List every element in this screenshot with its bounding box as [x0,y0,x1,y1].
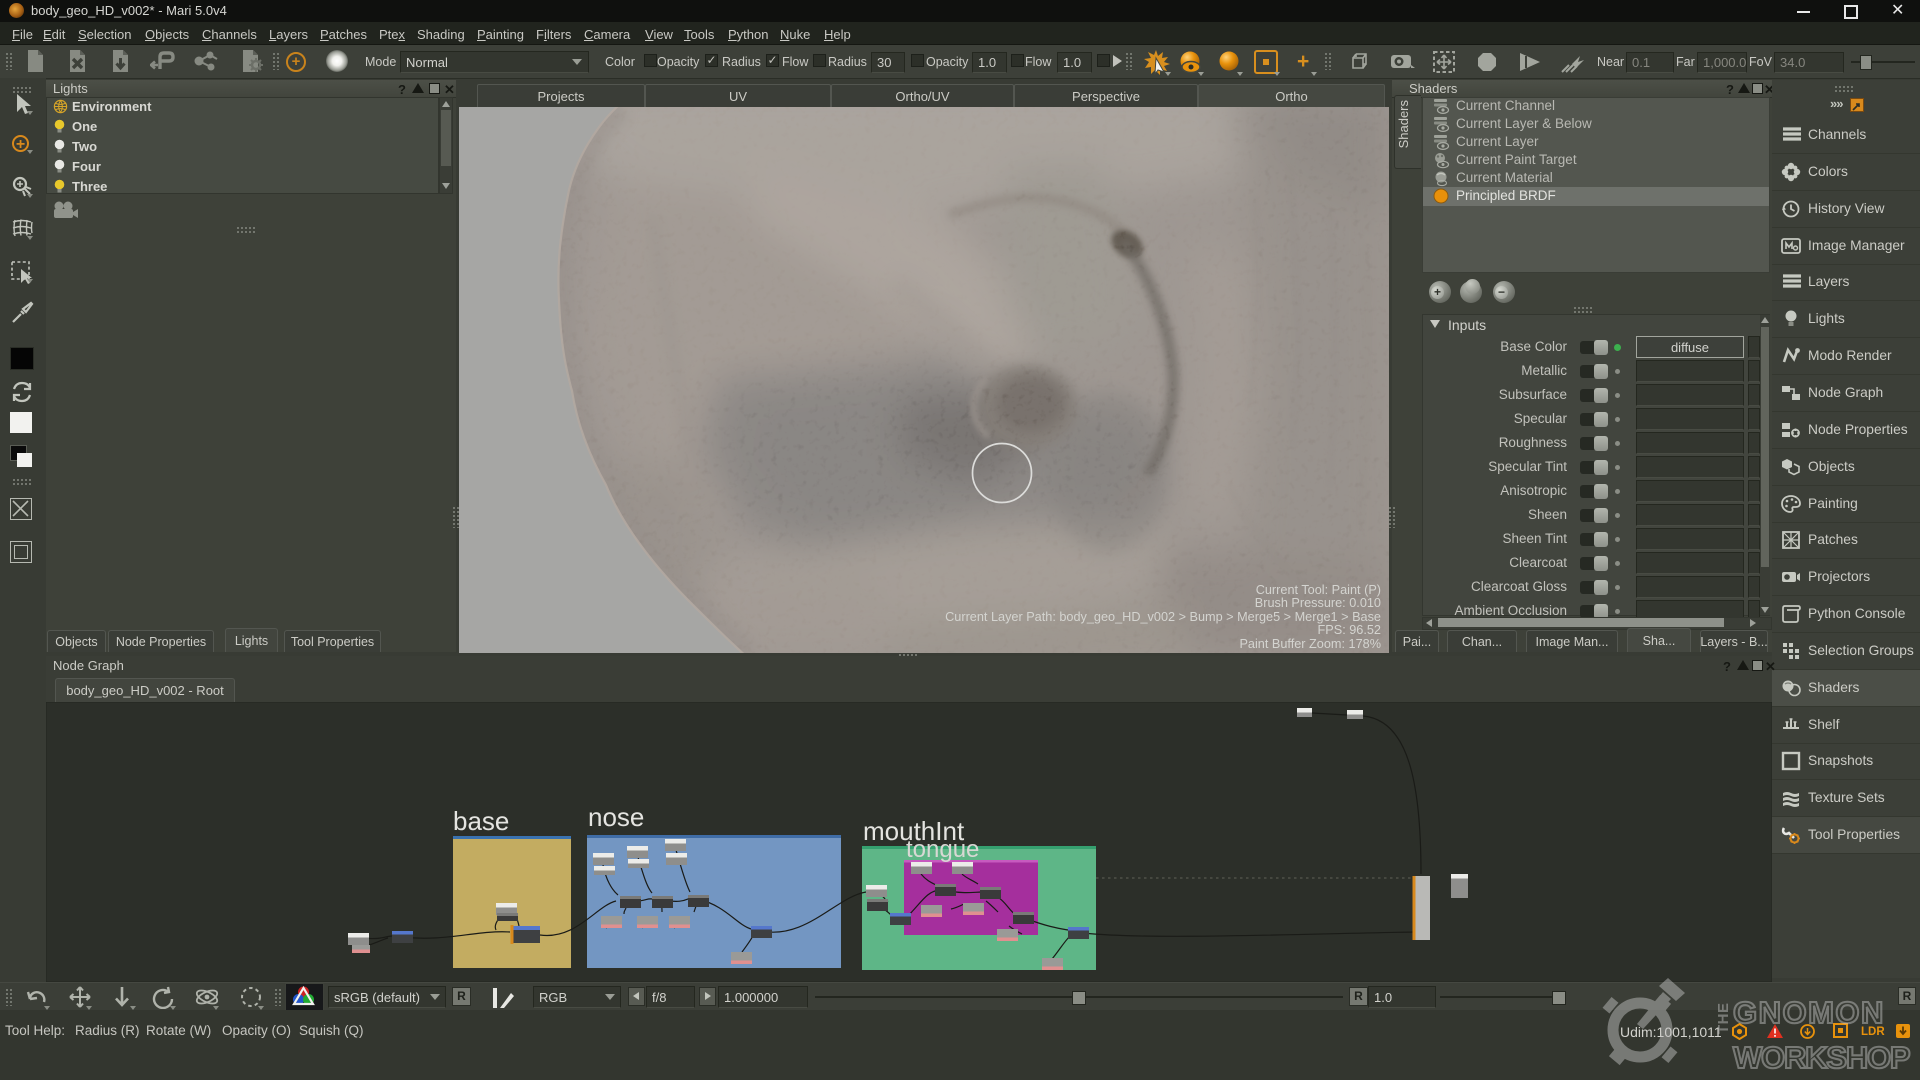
svg-text:GNOMON: GNOMON [1733,995,1885,1030]
svg-text:tongue: tongue [906,836,979,863]
svg-text:THE: THE [1715,1003,1732,1035]
svg-text:nose: nose [588,802,644,832]
svg-text:WORKSHOP: WORKSHOP [1733,1040,1910,1075]
svg-text:base: base [453,806,509,836]
